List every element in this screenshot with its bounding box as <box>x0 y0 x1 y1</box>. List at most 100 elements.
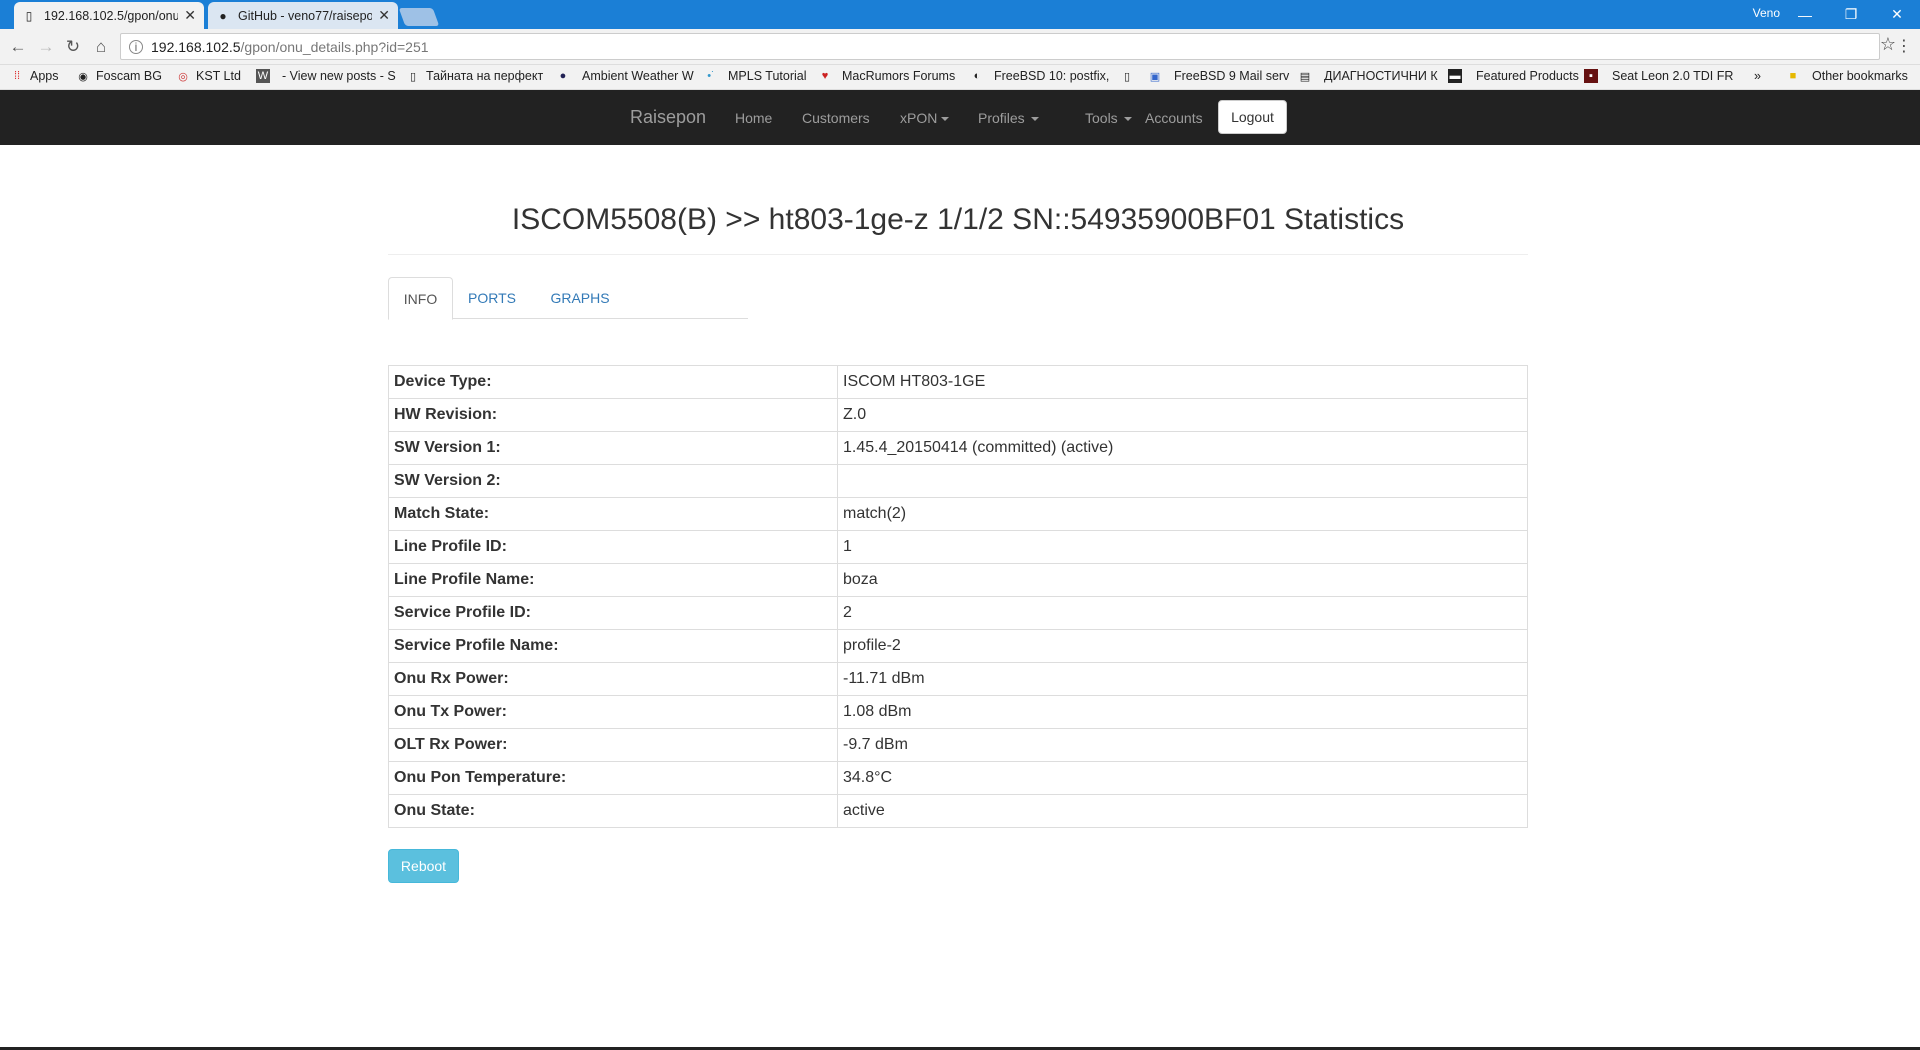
bookmark-diagnostic[interactable]: ▤ ДИАГНОСТИЧНИ К <box>1298 69 1438 83</box>
tab-ports[interactable]: PORTS <box>460 277 524 319</box>
nav-home[interactable]: Home <box>735 110 772 126</box>
table-row: Service Profile ID: 2 <box>388 596 1528 630</box>
minimize-icon[interactable]: — <box>1782 0 1828 29</box>
bookmark-featured-products[interactable]: ▬ Featured Products <box>1448 69 1579 83</box>
table-row: Onu Tx Power: 1.08 dBm <box>388 695 1528 729</box>
back-arrow-icon[interactable]: ← <box>6 35 30 59</box>
bookmarks-overflow[interactable]: » <box>1754 69 1761 83</box>
bookmark-apps[interactable]: ⁞⁞ Apps <box>10 69 59 83</box>
nav-accounts[interactable]: Accounts <box>1145 110 1203 126</box>
detail-label: Onu Rx Power: <box>388 662 838 696</box>
table-row: HW Revision: Z.0 <box>388 398 1528 432</box>
url-host: 192.168.102.5 <box>151 38 241 55</box>
bookmark-page[interactable]: ▯ <box>1120 69 1140 83</box>
detail-label: HW Revision: <box>388 398 838 432</box>
bookmark-freebsd-mail[interactable]: ▣ FreeBSD 9 Mail serv <box>1148 69 1290 83</box>
bookmark-label: MPLS Tutorial <box>728 69 807 83</box>
detail-label: Match State: <box>388 497 838 531</box>
browser-tab-github[interactable]: ● GitHub - veno77/raisepo ✕ <box>208 2 398 29</box>
table-row: Match State: match(2) <box>388 497 1528 531</box>
logout-button[interactable]: Logout <box>1218 100 1287 134</box>
bookmark-macrumors[interactable]: ♥ MacRumors Forums <box>818 69 955 83</box>
bookmark-freebsd-postfix[interactable]: ◐ FreeBSD 10: postfix, <box>970 69 1110 83</box>
bookmark-label: - View new posts - S <box>282 69 396 83</box>
page-icon: ▯ <box>409 70 417 83</box>
page-icon: ▯ <box>25 8 33 23</box>
detail-label: SW Version 2: <box>388 464 838 498</box>
nav-tools[interactable]: Tools <box>1085 110 1132 126</box>
apple-icon: ♥ <box>821 70 829 82</box>
info-icon[interactable]: i <box>129 39 143 54</box>
brand-link[interactable]: Raisepon <box>630 107 706 128</box>
close-tab-icon[interactable]: ✕ <box>184 7 196 24</box>
other-bookmarks[interactable]: ■ Other bookmarks <box>1786 69 1908 83</box>
reboot-button[interactable]: Reboot <box>388 849 459 883</box>
url-path: /gpon/onu_details.php?id=251 <box>240 38 429 55</box>
detail-label: Line Profile Name: <box>388 563 838 597</box>
bookmark-label: Other bookmarks <box>1812 69 1908 83</box>
forward-arrow-icon[interactable]: → <box>34 35 58 59</box>
address-bar[interactable]: i 192.168.102.5/gpon/onu_details.php?id=… <box>120 33 1880 60</box>
detail-label: OLT Rx Power: <box>388 728 838 762</box>
browser-toolbar: ← → ↻ ⌂ i 192.168.102.5/gpon/onu_details… <box>0 29 1920 65</box>
detail-tabs: INFO PORTS GRAPHS <box>388 277 748 320</box>
nav-xpon[interactable]: xPON <box>900 110 950 126</box>
table-row: SW Version 1: 1.45.4_20150414 (committed)… <box>388 431 1528 465</box>
bookmark-seat-leon[interactable]: ▪ Seat Leon 2.0 TDI FR <box>1584 69 1733 83</box>
detail-label: Device Type: <box>388 365 838 399</box>
detail-value: 2 <box>837 596 1528 630</box>
restore-icon[interactable]: ❐ <box>1828 0 1874 29</box>
bookmark-mpls[interactable]: •˙ MPLS Tutorial <box>704 69 807 83</box>
detail-value: profile-2 <box>837 629 1528 663</box>
table-row: Device Type: ISCOM HT803-1GE <box>388 365 1528 399</box>
clipboard-icon: ▤ <box>1299 70 1311 83</box>
table-row: OLT Rx Power: -9.7 dBm <box>388 728 1528 762</box>
detail-label: Onu Pon Temperature: <box>388 761 838 795</box>
nav-customers[interactable]: Customers <box>802 110 870 126</box>
table-row: Onu State: active <box>388 794 1528 828</box>
foscam-icon: ◉ <box>78 70 88 83</box>
bookmark-star-icon[interactable]: ☆ <box>1880 34 1896 55</box>
nav-xpon-label: xPON <box>900 110 938 126</box>
detail-label: Onu Tx Power: <box>388 695 838 729</box>
product-icon: ▬ <box>1448 69 1462 83</box>
caret-down-icon <box>1123 117 1132 122</box>
detail-value: Z.0 <box>837 398 1528 432</box>
bookmark-label: ДИАГНОСТИЧНИ К <box>1324 69 1438 83</box>
mpls-icon: •˙ <box>707 70 715 82</box>
bookmark-foscam[interactable]: ◉ Foscam BG <box>76 69 162 83</box>
detail-label: Line Profile ID: <box>388 530 838 564</box>
profile-name[interactable]: Veno <box>1753 6 1780 20</box>
tab-info[interactable]: INFO <box>388 277 453 320</box>
nav-profiles-label: Profiles <box>978 110 1025 126</box>
bookmark-ambient-weather[interactable]: ● Ambient Weather W <box>556 69 694 83</box>
bookmark-label: Тайната на перфект <box>426 69 544 83</box>
table-row: Line Profile Name: boza <box>388 563 1528 597</box>
detail-label: Service Profile Name: <box>388 629 838 663</box>
page-icon: ▯ <box>1123 70 1131 83</box>
bookmark-label: Foscam BG <box>96 69 162 83</box>
bookmark-label: FreeBSD 9 Mail serv <box>1174 69 1290 83</box>
reload-icon[interactable]: ↻ <box>61 35 85 59</box>
browser-tab-active[interactable]: ▯ 192.168.102.5/gpon/onu_ ✕ <box>14 2 204 29</box>
caret-down-icon <box>1030 117 1039 122</box>
close-tab-icon[interactable]: ✕ <box>378 7 390 24</box>
kst-icon: ◎ <box>178 70 188 83</box>
detail-label: Service Profile ID: <box>388 596 838 630</box>
close-window-icon[interactable]: ✕ <box>1874 0 1920 29</box>
window-icon: ▣ <box>1149 70 1161 83</box>
home-icon[interactable]: ⌂ <box>89 35 113 59</box>
bookmark-view-new-posts[interactable]: W - View new posts - S <box>256 69 396 83</box>
w-icon: W <box>256 69 270 83</box>
bookmark-tainata[interactable]: ▯ Тайната на перфект <box>406 69 543 83</box>
bookmark-kst[interactable]: ◎ KST Ltd <box>176 69 241 83</box>
page-header: ISCOM5508(B) >> ht803-1ge-z 1/1/2 SN::54… <box>388 195 1528 255</box>
detail-value: 1.08 dBm <box>837 695 1528 729</box>
onu-details-table: Device Type: ISCOM HT803-1GE HW Revision: Z… <box>388 365 1528 828</box>
menu-dots-icon[interactable]: ⋮ <box>1896 36 1912 56</box>
detail-value: match(2) <box>837 497 1528 531</box>
nav-profiles[interactable]: Profiles <box>978 110 1039 126</box>
tab-graphs[interactable]: GRAPHS <box>538 277 622 319</box>
new-tab-button[interactable] <box>398 8 440 26</box>
detail-value: 1 <box>837 530 1528 564</box>
